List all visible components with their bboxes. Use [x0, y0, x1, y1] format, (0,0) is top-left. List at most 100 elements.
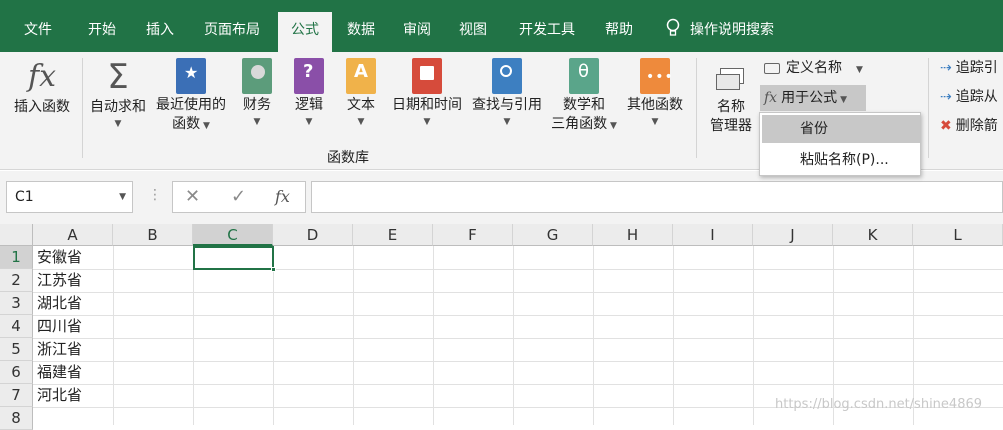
ribbon-tab-bar: 文件 开始 插入 页面布局 公式 数据 审阅 视图 开发工具 帮助 操作说明搜索 — [0, 0, 1003, 52]
column-header-b[interactable]: B — [113, 224, 193, 246]
remove-arrows-button[interactable]: ✖ 删除箭 — [940, 116, 998, 136]
autosum-label: 自动求和 — [90, 99, 146, 115]
column-header-c[interactable]: C — [193, 224, 273, 246]
calendar-book-icon — [412, 58, 442, 94]
enter-check-icon[interactable]: ✓ — [231, 186, 246, 207]
recently-used-button[interactable]: ★ 最近使用的 函数 ▼ — [152, 58, 230, 136]
row-header-5[interactable]: 5 — [0, 338, 33, 361]
drag-handle-icon[interactable]: ⋮ — [148, 187, 162, 203]
cell-a3[interactable]: 湖北省 — [37, 292, 82, 315]
row-header-2[interactable]: 2 — [0, 269, 33, 292]
cell-a1[interactable]: 安徽省 — [37, 246, 82, 269]
trace-dependents-icon: ⇢ — [940, 89, 952, 105]
cancel-icon[interactable]: ✕ — [185, 186, 200, 207]
worksheet-grid: A B C D E F G H I J K L 1 2 3 4 5 6 7 8 … — [0, 224, 1003, 430]
tab-review[interactable]: 审阅 — [392, 12, 442, 52]
select-all-corner[interactable] — [0, 224, 33, 246]
remove-arrows-icon: ✖ — [940, 118, 952, 134]
tab-data[interactable]: 数据 — [336, 12, 386, 52]
more-functions-label: 其他函数 — [627, 97, 683, 113]
dots-book-icon: ••• — [640, 58, 673, 94]
column-header-k[interactable]: K — [833, 224, 913, 246]
chevron-down-icon[interactable]: ▼ — [119, 182, 126, 212]
financial-label: 财务 — [243, 97, 271, 113]
tab-file[interactable]: 文件 — [10, 12, 66, 52]
name-manager-button[interactable]: 名称 管理器 — [702, 68, 760, 136]
chevron-down-icon: ▼ — [253, 117, 261, 127]
row-header-3[interactable]: 3 — [0, 292, 33, 315]
column-header-h[interactable]: H — [593, 224, 673, 246]
recently-used-label-1: 最近使用的 — [156, 97, 226, 113]
text-functions-button[interactable]: A 文本 ▼ — [340, 58, 382, 129]
insert-function-button[interactable]: fx 插入函数 — [8, 58, 76, 117]
tell-me-search[interactable]: 操作说明搜索 — [690, 12, 800, 52]
insert-function-label: 插入函数 — [14, 99, 70, 115]
column-header-d[interactable]: D — [273, 224, 353, 246]
column-header-g[interactable]: G — [513, 224, 593, 246]
cell-a2[interactable]: 江苏省 — [37, 269, 82, 292]
financial-button[interactable]: 财务 ▼ — [236, 58, 278, 129]
date-time-label: 日期和时间 — [392, 97, 462, 113]
menu-item-province[interactable]: 省份 — [762, 115, 920, 143]
autosum-button[interactable]: Σ 自动求和 ▼ — [86, 58, 150, 131]
insert-function-fx-icon[interactable]: fx — [275, 187, 290, 206]
date-time-button[interactable]: 日期和时间 ▼ — [388, 58, 466, 129]
cell-a7[interactable]: 河北省 — [37, 384, 82, 407]
tab-developer[interactable]: 开发工具 — [506, 12, 588, 52]
fx-icon: fx — [27, 59, 57, 94]
magnifier-book-icon — [492, 58, 522, 94]
column-header-a[interactable]: A — [33, 224, 113, 246]
column-header-i[interactable]: I — [673, 224, 753, 246]
lookup-reference-button[interactable]: 查找与引用 ▼ — [468, 58, 546, 129]
letter-a-book-icon: A — [346, 58, 376, 94]
chevron-down-icon: ▼ — [423, 117, 431, 127]
cell-a5[interactable]: 浙江省 — [37, 338, 82, 361]
row-header-4[interactable]: 4 — [0, 315, 33, 338]
use-in-formula-button[interactable]: fx 用于公式 ▼ — [760, 85, 866, 111]
math-trig-button[interactable]: θ 数学和 三角函数 ▼ — [548, 58, 620, 136]
chevron-down-icon: ▼ — [651, 117, 659, 127]
cell-a4[interactable]: 四川省 — [37, 315, 82, 338]
formula-bar: C1 ▼ ⋮ ✕ ✓ fx — [0, 171, 1003, 224]
tab-page-layout[interactable]: 页面布局 — [194, 12, 270, 52]
chevron-down-icon: ▼ — [357, 117, 365, 127]
row-header-1[interactable]: 1 — [0, 246, 33, 269]
tab-insert[interactable]: 插入 — [134, 12, 186, 52]
cell-a6[interactable]: 福建省 — [37, 361, 82, 384]
fx-small-icon: fx — [764, 90, 778, 106]
use-in-formula-label: 用于公式 — [781, 90, 838, 106]
trace-precedents-icon: ⇢ — [940, 60, 952, 76]
function-library-group-label: 函数库 — [327, 150, 369, 166]
chevron-down-icon: ▼ — [305, 117, 313, 127]
row-header-6[interactable]: 6 — [0, 361, 33, 384]
define-name-button[interactable]: 定义名称 ▼ — [764, 58, 863, 80]
column-header-l[interactable]: L — [913, 224, 1003, 246]
tab-home[interactable]: 开始 — [76, 12, 128, 52]
active-cell-c1[interactable] — [193, 246, 276, 272]
column-header-f[interactable]: F — [433, 224, 513, 246]
tab-formulas[interactable]: 公式 — [278, 12, 332, 52]
name-manager-label-2: 管理器 — [710, 118, 752, 134]
more-functions-button[interactable]: ••• 其他函数 ▼ — [622, 58, 688, 129]
row-header-8[interactable]: 8 — [0, 407, 33, 430]
chevron-down-icon: ▼ — [114, 119, 122, 129]
remove-arrows-label: 删除箭 — [955, 118, 998, 134]
trace-precedents-button[interactable]: ⇢ 追踪引 — [940, 58, 998, 78]
text-functions-label: 文本 — [347, 97, 375, 113]
chevron-down-icon: ▼ — [503, 117, 511, 127]
question-book-icon: ? — [294, 58, 324, 94]
logical-button[interactable]: ? 逻辑 ▼ — [288, 58, 330, 129]
trace-precedents-label: 追踪引 — [955, 60, 998, 76]
tab-help[interactable]: 帮助 — [594, 12, 644, 52]
menu-item-paste-names[interactable]: 粘贴名称(P)... — [762, 146, 920, 174]
fill-handle[interactable] — [271, 267, 276, 272]
name-box[interactable]: C1 ▼ — [6, 181, 133, 213]
tab-view[interactable]: 视图 — [448, 12, 498, 52]
logical-label: 逻辑 — [295, 97, 323, 113]
formula-input[interactable] — [311, 181, 1003, 213]
row-header-7[interactable]: 7 — [0, 384, 33, 407]
column-header-j[interactable]: J — [753, 224, 833, 246]
recently-used-label-2: 函数 — [172, 116, 201, 132]
trace-dependents-button[interactable]: ⇢ 追踪从 — [940, 87, 998, 107]
column-header-e[interactable]: E — [353, 224, 433, 246]
